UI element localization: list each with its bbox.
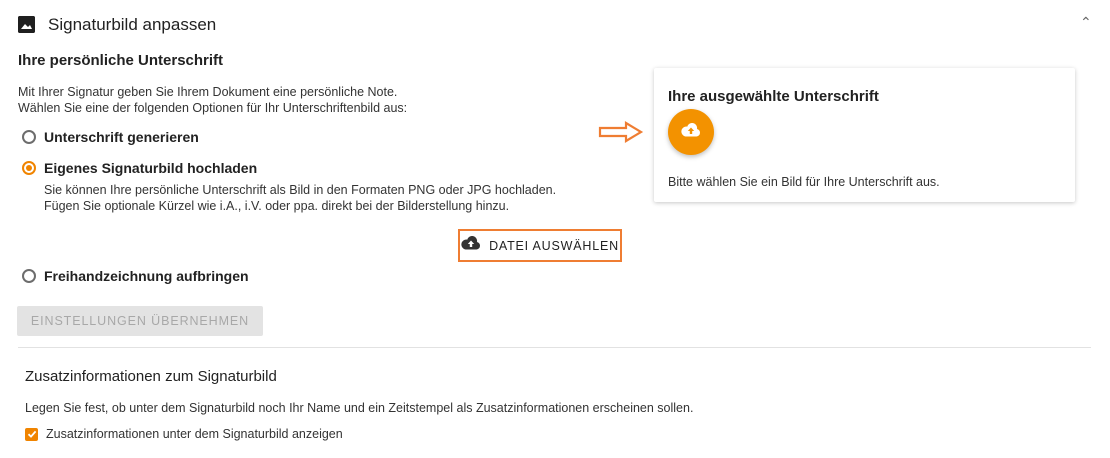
- option-freehand-drawing[interactable]: Freihandzeichnung aufbringen: [22, 268, 249, 284]
- upload-desc-line-1: Sie können Ihre persönliche Unterschrift…: [44, 183, 557, 197]
- chevron-up-icon[interactable]: ⌃: [1080, 14, 1092, 31]
- radio-button[interactable]: [22, 269, 36, 283]
- checkmark-icon: [27, 430, 36, 438]
- extra-info-heading: Zusatzinformationen zum Signaturbild: [25, 368, 277, 385]
- intro-line-1: Mit Ihrer Signatur geben Sie Ihrem Dokum…: [18, 85, 398, 99]
- intro-line-2: Wählen Sie eine der folgenden Optionen f…: [18, 101, 408, 115]
- option-label: Freihandzeichnung aufbringen: [44, 268, 249, 284]
- option-label: Eigenes Signaturbild hochladen: [44, 160, 258, 176]
- arrow-right-icon: [598, 120, 644, 149]
- checkbox-label: Zusatzinformationen unter dem Signaturbi…: [46, 427, 343, 441]
- apply-settings-button[interactable]: EINSTELLUNGEN ÜBERNEHMEN: [17, 306, 263, 336]
- section-divider: [18, 347, 1091, 348]
- card-message: Bitte wählen Sie ein Bild für Ihre Unter…: [668, 175, 940, 189]
- section-title: Signaturbild anpassen: [48, 15, 217, 34]
- option-upload-image[interactable]: Eigenes Signaturbild hochladen: [22, 160, 257, 176]
- intro-text: Mit Ihrer Signatur geben Sie Ihrem Dokum…: [18, 84, 407, 116]
- selected-signature-card: Ihre ausgewählte Unterschrift Bitte wähl…: [654, 68, 1075, 202]
- personal-signature-heading: Ihre persönliche Unterschrift: [18, 52, 224, 69]
- option-generate-signature[interactable]: Unterschrift generieren: [22, 129, 199, 145]
- image-icon: [18, 16, 35, 33]
- select-file-label: DATEI AUSWÄHLEN: [489, 238, 619, 253]
- card-title: Ihre ausgewählte Unterschrift: [668, 88, 879, 105]
- extra-info-description: Legen Sie fest, ob unter dem Signaturbil…: [25, 401, 694, 415]
- radio-button-selected[interactable]: [22, 161, 36, 175]
- cloud-upload-icon: [681, 122, 701, 142]
- cloud-upload-icon: [461, 235, 481, 255]
- upload-description: Sie können Ihre persönliche Unterschrift…: [44, 182, 556, 214]
- apply-settings-label: EINSTELLUNGEN ÜBERNEHMEN: [30, 314, 250, 328]
- radio-button[interactable]: [22, 130, 36, 144]
- extra-info-checkbox-row[interactable]: Zusatzinformationen unter dem Signaturbi…: [25, 427, 343, 441]
- option-label: Unterschrift generieren: [44, 129, 199, 145]
- checkbox-checked[interactable]: [25, 427, 38, 441]
- select-file-button[interactable]: DATEI AUSWÄHLEN: [458, 229, 622, 262]
- upload-fab-button[interactable]: [668, 109, 714, 155]
- upload-desc-line-2: Fügen Sie optionale Kürzel wie i.A., i.V…: [44, 199, 510, 213]
